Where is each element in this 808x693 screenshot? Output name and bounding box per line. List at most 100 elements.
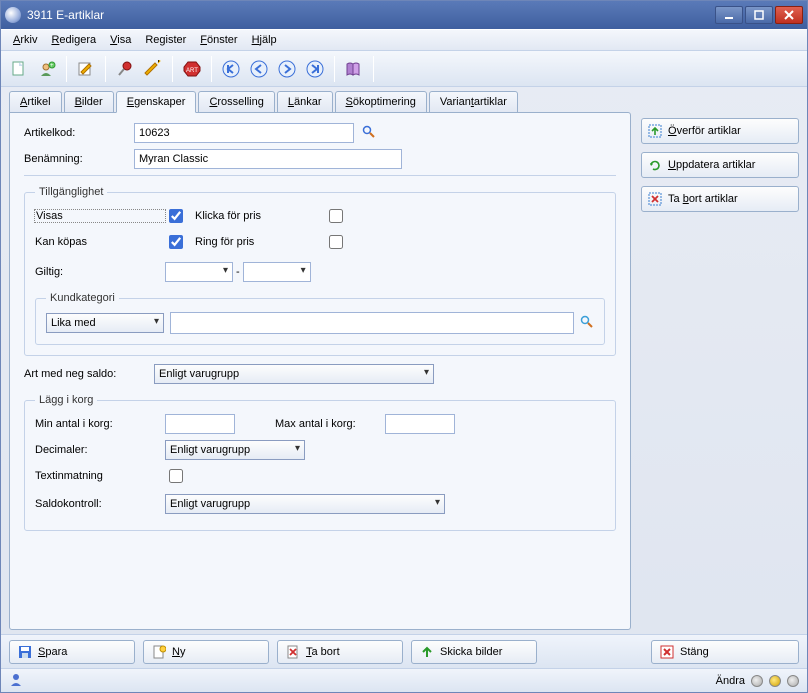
stang-button[interactable]: Stäng (651, 640, 799, 664)
tool-user-add-icon[interactable]: + (35, 57, 59, 81)
status-andra-label: Ändra (716, 675, 745, 687)
delete-icon (286, 645, 300, 659)
klicka-label: Klicka för pris (195, 210, 325, 222)
artikelkod-label: Artikelkod: (24, 127, 134, 139)
overfor-artiklar-button[interactable]: Överför artiklar (641, 118, 799, 144)
textinmatning-label: Textinmatning (35, 470, 165, 482)
tab-bilder[interactable]: Bilder (64, 91, 114, 113)
artneg-combo[interactable]: Enligt varugrupp (154, 364, 434, 384)
menu-redigera[interactable]: Redigera (45, 32, 102, 48)
delete-grid-icon (648, 192, 662, 206)
visas-label: Visas (35, 210, 165, 222)
tool-pin-icon[interactable] (113, 57, 137, 81)
svg-text:ART: ART (186, 68, 198, 74)
menu-arkiv[interactable]: Arkiv (7, 32, 43, 48)
spara-button[interactable]: Spara (9, 640, 135, 664)
app-icon (5, 7, 21, 23)
kankopas-checkbox[interactable] (169, 235, 183, 249)
refresh-icon (648, 158, 662, 172)
status-led-1 (751, 675, 763, 687)
window-minimize-button[interactable] (715, 6, 743, 24)
send-up-icon (420, 645, 434, 659)
kundkategori-search-icon[interactable] (580, 315, 594, 332)
kundkategori-value-input[interactable] (170, 312, 574, 334)
artikelkod-search-icon[interactable] (362, 125, 376, 142)
skicka-bilder-button[interactable]: Skicka bilder (411, 640, 537, 664)
status-user-icon (9, 672, 23, 689)
tool-pencil-star-icon[interactable] (141, 57, 165, 81)
menubar: Arkiv Redigera Visa Register Fönster Hjä… (1, 29, 807, 51)
tab-lankar[interactable]: Länkar (277, 91, 333, 113)
group-kundkategori: Kundkategori Lika med (35, 292, 605, 345)
laggikorg-legend: Lägg i korg (35, 394, 97, 406)
tool-nav-prev-icon[interactable] (247, 57, 271, 81)
tillganglighet-legend: Tillgänglighet (35, 186, 107, 198)
side-panel: Överför artiklar Uppdatera artiklar Ta b… (641, 112, 799, 630)
new-icon (152, 645, 166, 659)
window-maximize-button[interactable] (745, 6, 773, 24)
saldokontroll-label: Saldokontroll: (35, 498, 165, 510)
tool-edit-doc-icon[interactable] (74, 57, 98, 81)
giltig-sep: - (233, 266, 243, 278)
status-led-3 (787, 675, 799, 687)
tool-new-doc-icon[interactable] (7, 57, 31, 81)
tabort-artiklar-button[interactable]: Ta bort artiklar (641, 186, 799, 212)
ny-button[interactable]: Ny (143, 640, 269, 664)
maxantal-label: Max antal i korg: (275, 418, 385, 430)
upload-icon (648, 124, 662, 138)
decimaler-combo[interactable]: Enligt varugrupp (165, 440, 305, 460)
minantal-input[interactable] (165, 414, 235, 434)
tool-nav-last-icon[interactable] (303, 57, 327, 81)
giltig-from-input[interactable] (165, 262, 233, 282)
tool-nav-next-icon[interactable] (275, 57, 299, 81)
bottom-bar: Spara Ny Ta bort Skicka bilder Stäng (1, 634, 807, 668)
artikelkod-input[interactable] (134, 123, 354, 143)
tab-strip: Artikel Bilder Egenskaper Crosselling Lä… (9, 91, 799, 113)
save-icon (18, 645, 32, 659)
window-title: 3911 E-artiklar (27, 8, 713, 22)
tool-nav-first-icon[interactable] (219, 57, 243, 81)
status-led-2 (769, 675, 781, 687)
menu-visa[interactable]: Visa (104, 32, 137, 48)
form-panel: Artikelkod: Benämning: Tillgänglighet Vi… (9, 112, 631, 630)
svg-text:+: + (50, 63, 54, 69)
menu-fonster[interactable]: Fönster (194, 32, 243, 48)
titlebar: 3911 E-artiklar (1, 1, 807, 29)
benamning-input[interactable] (134, 149, 402, 169)
textinmatning-checkbox[interactable] (169, 469, 183, 483)
tab-egenskaper[interactable]: Egenskaper (116, 91, 197, 113)
klicka-checkbox[interactable] (329, 209, 343, 223)
menu-hjalp[interactable]: Hjälp (246, 32, 283, 48)
group-tillganglighet: Tillgänglighet Visas Klicka för pris Kan… (24, 186, 616, 356)
statusbar: Ändra (1, 668, 807, 692)
group-laggikorg: Lägg i korg Min antal i korg: Max antal … (24, 394, 616, 531)
window-close-button[interactable] (775, 6, 803, 24)
tab-crosselling[interactable]: Crosselling (198, 91, 274, 113)
maxantal-input[interactable] (385, 414, 455, 434)
uppdatera-artiklar-button[interactable]: Uppdatera artiklar (641, 152, 799, 178)
giltig-to-input[interactable] (243, 262, 311, 282)
app-window: 3911 E-artiklar Arkiv Redigera Visa Regi… (0, 0, 808, 693)
giltig-label: Giltig: (35, 266, 165, 278)
artneg-label: Art med neg saldo: (24, 368, 154, 380)
kankopas-label: Kan köpas (35, 236, 165, 248)
toolbar: + ART (1, 51, 807, 87)
minantal-label: Min antal i korg: (35, 418, 165, 430)
ring-checkbox[interactable] (329, 235, 343, 249)
tabort-button[interactable]: Ta bort (277, 640, 403, 664)
tab-variantartiklar[interactable]: Variantartiklar (429, 91, 518, 113)
kundkategori-legend: Kundkategori (46, 292, 119, 304)
tool-book-icon[interactable] (342, 57, 366, 81)
kundkategori-operator-combo[interactable]: Lika med (46, 313, 164, 333)
close-icon (660, 645, 674, 659)
content-area: Artikel Bilder Egenskaper Crosselling Lä… (1, 87, 807, 634)
ring-label: Ring för pris (195, 236, 325, 248)
tab-artikel[interactable]: Artikel (9, 91, 62, 113)
visas-checkbox[interactable] (169, 209, 183, 223)
menu-register[interactable]: Register (139, 32, 192, 48)
decimaler-label: Decimaler: (35, 444, 165, 456)
tab-sokoptimering[interactable]: Sökoptimering (335, 91, 427, 113)
tool-art-stop-icon[interactable]: ART (180, 57, 204, 81)
saldokontroll-combo[interactable]: Enligt varugrupp (165, 494, 445, 514)
benamning-label: Benämning: (24, 153, 134, 165)
